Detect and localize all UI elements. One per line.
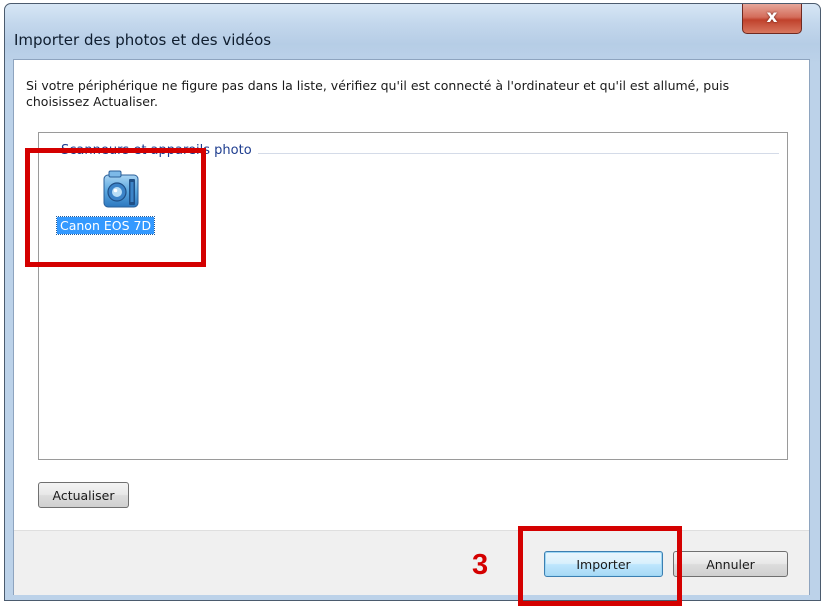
- device-item-canon-eos-7d[interactable]: Canon EOS 7D: [55, 169, 179, 245]
- camera-icon: [103, 170, 139, 208]
- close-button[interactable]: x: [742, 4, 802, 34]
- device-list[interactable]: Scanneurs et appareils photo Canon EOS 7…: [38, 132, 788, 460]
- close-icon: x: [766, 7, 778, 27]
- import-dialog-window: Importer des photos et des vidéos x Si v…: [4, 3, 821, 601]
- title-bar[interactable]: Importer des photos et des vidéos x: [5, 4, 820, 60]
- window-title: Importer des photos et des vidéos: [14, 31, 272, 49]
- group-header: Scanneurs et appareils photo: [61, 143, 258, 158]
- refresh-button[interactable]: Actualiser: [38, 482, 129, 508]
- cancel-button[interactable]: Annuler: [673, 551, 788, 577]
- dialog-footer: Importer Annuler: [14, 530, 809, 595]
- device-label: Canon EOS 7D: [55, 216, 156, 235]
- import-button[interactable]: Importer: [544, 551, 663, 577]
- dialog-content: Si votre périphérique ne figure pas dans…: [13, 59, 810, 595]
- annotation-step-number: 3: [472, 549, 489, 581]
- instruction-text: Si votre périphérique ne figure pas dans…: [26, 78, 730, 109]
